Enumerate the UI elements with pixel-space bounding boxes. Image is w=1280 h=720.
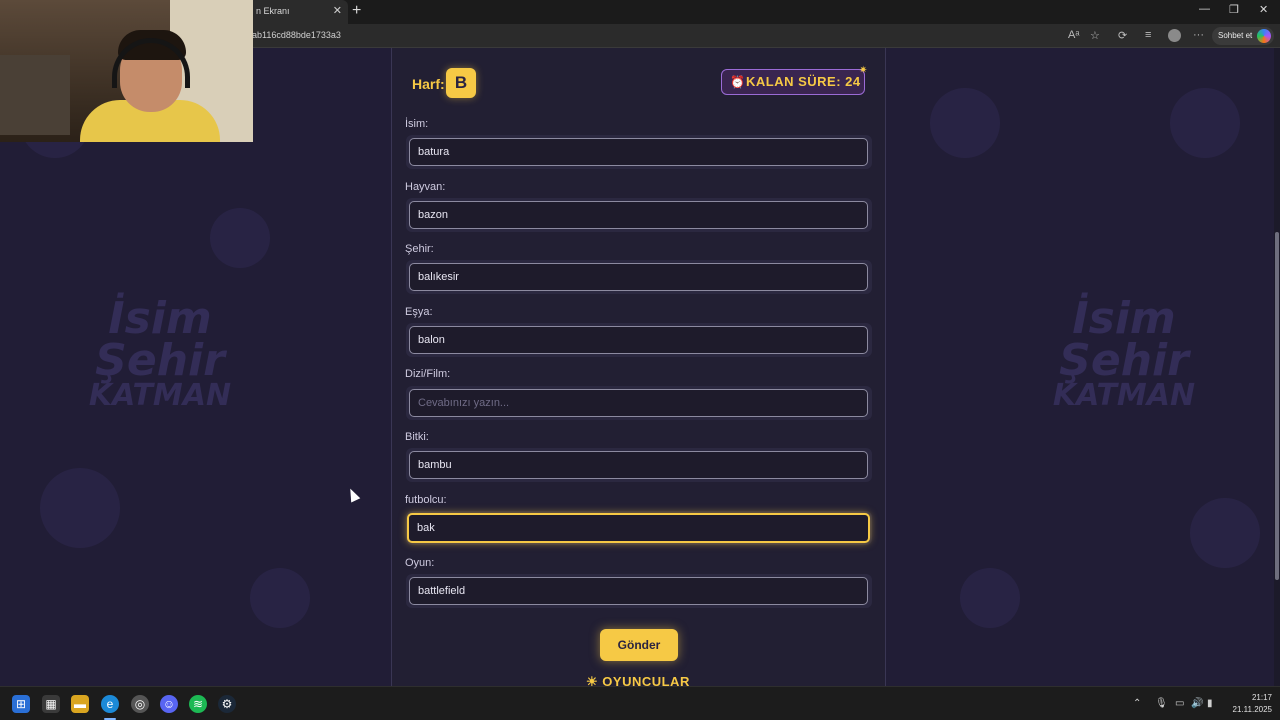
webcam-overlay <box>0 0 253 142</box>
volume-icon[interactable]: 🔊 <box>1191 698 1203 709</box>
store-icon[interactable]: ▦ <box>42 695 60 713</box>
browser-tab-title: n Ekranı <box>256 6 290 16</box>
more-options-icon[interactable]: ··· <box>1193 29 1204 41</box>
spotify-icon[interactable]: ≋ <box>189 695 207 713</box>
background-logo-right: İsim Şehir KATMAN <box>1052 293 1196 413</box>
profile-avatar[interactable] <box>1168 29 1181 42</box>
extensions-icon[interactable]: ⟳ <box>1118 29 1127 42</box>
bg-pattern-shape <box>960 568 1020 628</box>
taskbar: ⊞ ▦ ▬ e ◎ ☺ ≋ ⚙ ⌃ 🎙 ▭ 🔊 ▮ 21:17 21.11.20… <box>0 686 1280 720</box>
field-label-esya: Eşya: <box>405 306 433 318</box>
battery-icon[interactable]: ▮ <box>1207 698 1213 709</box>
file-explorer-icon[interactable]: ▬ <box>71 695 89 713</box>
field-label-oyun: Oyun: <box>405 557 435 569</box>
taskbar-clock[interactable]: 21:17 21.11.2025 <box>1222 692 1272 716</box>
futbolcu-input[interactable] <box>407 513 870 543</box>
bg-pattern-shape <box>250 568 310 628</box>
isim-input[interactable] <box>409 138 868 166</box>
submit-button[interactable]: Gönder <box>600 629 678 661</box>
bitki-input[interactable] <box>409 451 868 479</box>
microphone-icon[interactable]: 🎙 <box>1155 698 1168 709</box>
timer-badge: ⏰ KALAN SÜRE: 24 <box>721 69 865 95</box>
start-icon[interactable]: ⊞ <box>12 695 30 713</box>
field-label-sehir: Şehir: <box>405 243 434 255</box>
discord-icon[interactable]: ☺ <box>160 695 178 713</box>
timer-text: KALAN SÜRE: 24 <box>746 74 861 89</box>
bg-pattern-shape <box>210 208 270 268</box>
favorites-icon[interactable]: ≡ <box>1145 29 1151 41</box>
bg-pattern-shape <box>40 468 120 548</box>
new-tab-button[interactable]: + <box>352 2 361 20</box>
scrollbar-thumb[interactable] <box>1275 232 1279 580</box>
dizi-film-input[interactable] <box>409 389 868 417</box>
field-dizi-film <box>406 386 872 420</box>
field-esya <box>406 323 872 357</box>
field-label-futbolcu: futbolcu: <box>405 494 447 506</box>
field-bitki <box>406 448 872 482</box>
letter-badge: B <box>446 68 476 98</box>
bg-pattern-shape <box>930 88 1000 158</box>
sehir-input[interactable] <box>409 263 868 291</box>
copilot-icon[interactable] <box>1257 29 1271 43</box>
background-logo-left: İsim Şehir KATMAN <box>88 293 232 413</box>
field-oyun <box>406 574 872 608</box>
close-window-button[interactable]: ✕ <box>1259 3 1268 16</box>
hayvan-input[interactable] <box>409 201 868 229</box>
field-label-bitki: Bitki: <box>405 431 429 443</box>
bg-pattern-shape <box>1170 88 1240 158</box>
game-header: Harf: B ⏰ KALAN SÜRE: 24 ✷ <box>401 62 876 104</box>
esya-input[interactable] <box>409 326 868 354</box>
read-aloud-icon[interactable]: Aᵃ <box>1068 29 1079 41</box>
edge-icon[interactable]: e <box>101 695 119 713</box>
favorite-star-icon[interactable]: ☆ <box>1090 29 1100 42</box>
chrome-icon[interactable]: ◎ <box>131 695 149 713</box>
minimize-button[interactable]: — <box>1199 3 1210 15</box>
close-tab-icon[interactable]: ✕ <box>333 0 342 22</box>
url-text[interactable]: ab116cd88bde1733a3 <box>252 30 341 40</box>
bg-pattern-shape <box>1190 498 1260 568</box>
field-isim <box>406 135 872 169</box>
chevron-up-icon[interactable]: ⌃ <box>1133 698 1141 709</box>
alarm-clock-icon: ⏰ <box>730 75 746 89</box>
clock-date: 21.11.2025 <box>1232 705 1272 714</box>
field-sehir <box>406 260 872 294</box>
steam-icon[interactable]: ⚙ <box>218 695 236 713</box>
network-icon[interactable]: ▭ <box>1175 698 1184 709</box>
field-label-hayvan: Hayvan: <box>405 181 446 193</box>
letter-label: Harf: <box>412 76 445 92</box>
restore-button[interactable]: ❐ <box>1229 3 1239 16</box>
field-label-dizi-film: Dizi/Film: <box>405 368 451 380</box>
field-futbolcu <box>406 511 872 545</box>
field-hayvan <box>406 198 872 232</box>
field-label-isim: İsim: <box>405 118 429 130</box>
sparkle-icon: ✷ <box>859 65 868 76</box>
clock-time: 21:17 <box>1251 693 1272 702</box>
oyun-input[interactable] <box>409 577 868 605</box>
